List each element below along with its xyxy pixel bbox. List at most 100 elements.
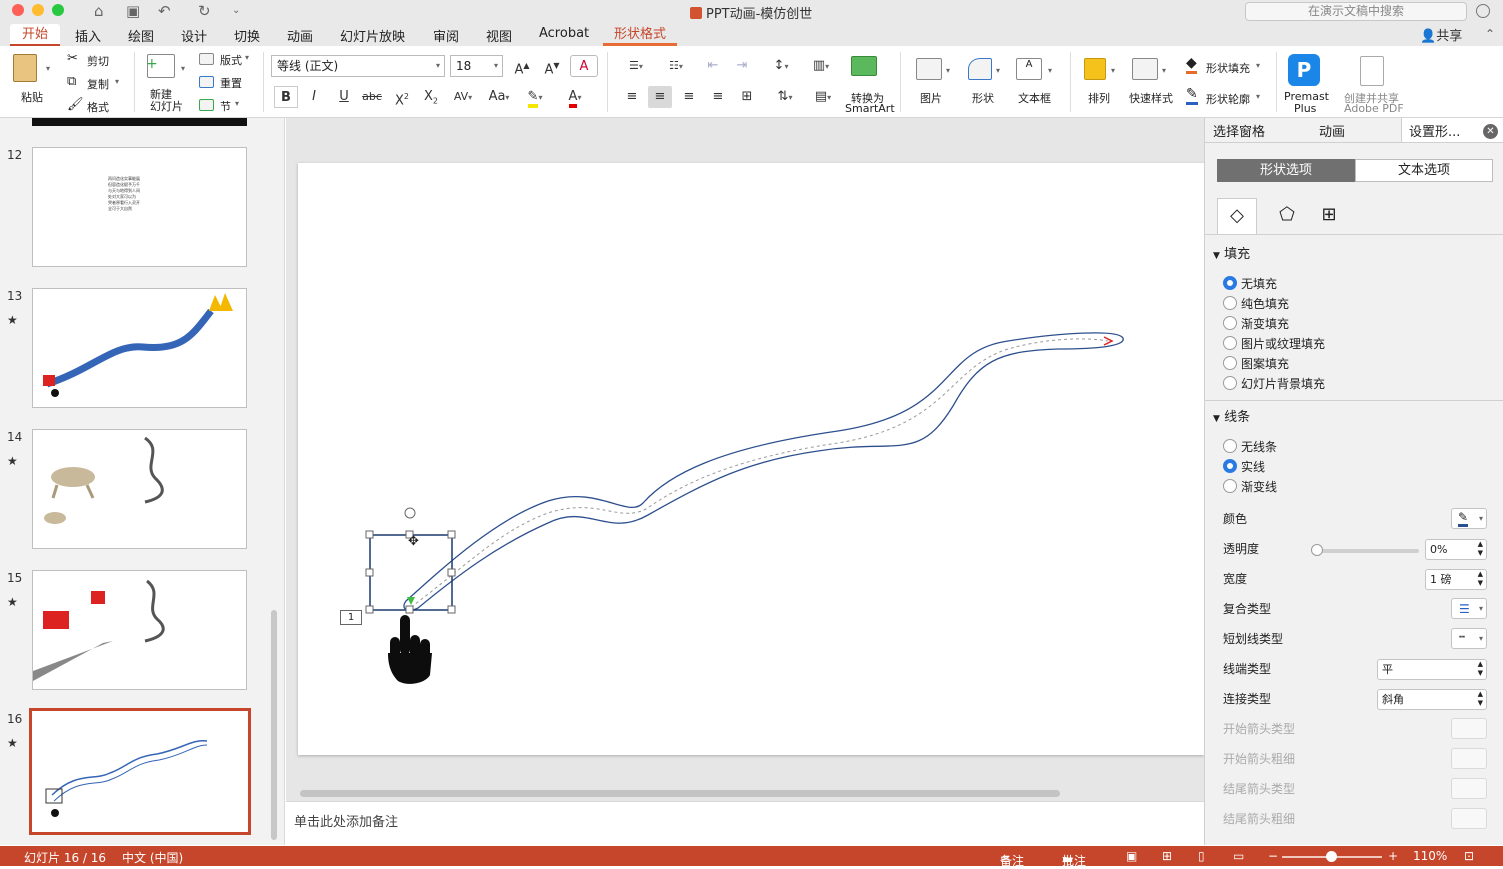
justify-button[interactable]: ≡: [706, 86, 730, 108]
line-spacing-button[interactable]: ↕▾: [763, 55, 799, 77]
numbering-button[interactable]: ☷▾: [657, 55, 695, 77]
text-direction-button[interactable]: ⇅▾: [768, 86, 802, 108]
radio-button[interactable]: [1223, 459, 1237, 473]
align-left-button[interactable]: ≡: [620, 86, 644, 108]
tab-shape-format[interactable]: 形状格式: [603, 24, 677, 46]
tab-view[interactable]: 视图: [486, 26, 512, 45]
increase-indent-button[interactable]: ⇥: [730, 55, 754, 77]
zoom-slider-thumb[interactable]: [1326, 851, 1337, 862]
decrease-font-button[interactable]: A▼: [538, 55, 566, 77]
help-icon[interactable]: [1476, 4, 1490, 18]
highlight-button[interactable]: ✎▾: [520, 86, 550, 108]
customize-toolbar-icon[interactable]: ⌄: [232, 3, 240, 19]
thumbnail-slide-12[interactable]: 再问造化实事能展 但容造化赋予万千 与天与地得到人间 处对大家可以为 哭者原看行…: [32, 147, 247, 267]
thumbnail-slide-15[interactable]: [32, 570, 247, 690]
fill-section-header[interactable]: ▼ 填充: [1213, 243, 1250, 262]
font-name-select[interactable]: 等线 (正文) ▾: [271, 55, 445, 77]
radio-button[interactable]: [1223, 336, 1237, 350]
notes-pane[interactable]: 单击此处添加备注: [286, 801, 1204, 846]
transparency-input[interactable]: 0% ▲ ▼: [1425, 539, 1487, 560]
transparency-slider[interactable]: [1315, 549, 1419, 553]
align-right-button[interactable]: ≡: [677, 86, 701, 108]
italic-button[interactable]: I: [302, 86, 326, 108]
home-icon[interactable]: ⌂: [94, 3, 104, 19]
tab-draw[interactable]: 绘图: [128, 26, 154, 45]
tab-transitions[interactable]: 切换: [234, 26, 260, 45]
width-input[interactable]: 1 磅 ▲ ▼: [1425, 569, 1487, 590]
save-icon[interactable]: ▣: [126, 3, 140, 19]
reading-view-icon[interactable]: ▯: [1198, 849, 1205, 863]
tab-slideshow[interactable]: 幻灯片放映: [340, 26, 405, 45]
slide-sorter-icon[interactable]: ⊞: [1162, 849, 1172, 863]
size-properties-icon[interactable]: ⊞: [1309, 198, 1349, 234]
radio-button[interactable]: [1223, 276, 1237, 290]
canvas-horizontal-scrollbar[interactable]: [300, 790, 1060, 797]
thumbnail-scrollbar[interactable]: [271, 610, 277, 840]
tab-animations[interactable]: 动画: [287, 26, 313, 45]
close-window-button[interactable]: [12, 4, 24, 16]
superscript-button[interactable]: X2: [390, 86, 414, 108]
font-size-select[interactable]: 18 ▾: [450, 55, 503, 77]
thumbnail-slide-16[interactable]: [29, 708, 251, 835]
align-center-button[interactable]: ≡: [648, 86, 672, 108]
bold-button[interactable]: B: [274, 86, 298, 108]
change-case-button[interactable]: Aa▾: [482, 86, 516, 108]
align-text-button[interactable]: ▤▾: [806, 86, 840, 108]
underline-button[interactable]: U: [332, 86, 356, 108]
bullets-button[interactable]: ☰▾: [617, 55, 655, 77]
decrease-indent-button[interactable]: ⇤: [701, 55, 725, 77]
character-spacing-button[interactable]: AV▾: [448, 86, 478, 108]
line-color-button[interactable]: ✎ ▾: [1451, 508, 1487, 529]
share-button[interactable]: 👤共享: [1420, 25, 1462, 44]
motion-path-number-badge[interactable]: 1: [340, 610, 362, 625]
radio-button[interactable]: [1223, 356, 1237, 370]
transparency-slider-thumb[interactable]: [1311, 544, 1323, 556]
zoom-level[interactable]: 110%: [1413, 849, 1447, 863]
fit-to-window-icon[interactable]: ⊡: [1464, 849, 1474, 863]
tab-animation-pane[interactable]: 动画: [1319, 121, 1345, 140]
dash-type-button[interactable]: ┅ ▾: [1451, 628, 1487, 649]
radio-button[interactable]: [1223, 439, 1237, 453]
font-color-button[interactable]: A▾: [560, 86, 590, 108]
search-input[interactable]: 在演示文稿中搜索: [1245, 2, 1467, 21]
tab-selection-pane[interactable]: 选择窗格: [1213, 121, 1265, 140]
undo-icon[interactable]: ↶: [158, 3, 171, 19]
current-slide[interactable]: ✥ 1: [298, 163, 1204, 755]
strikethrough-button[interactable]: abc: [360, 86, 384, 108]
tab-format-shape[interactable]: 设置形...: [1409, 121, 1460, 140]
collapse-ribbon-icon[interactable]: ⌃: [1485, 27, 1495, 41]
subscript-button[interactable]: X2: [419, 86, 443, 108]
zoom-out-icon[interactable]: −: [1268, 849, 1278, 863]
columns-button[interactable]: ▥▾: [803, 55, 839, 77]
distributed-button[interactable]: ⊞: [735, 86, 759, 108]
clear-format-button[interactable]: A: [570, 55, 598, 77]
redo-icon[interactable]: ↻: [198, 3, 211, 19]
normal-view-icon[interactable]: ▣: [1126, 849, 1137, 863]
tab-insert[interactable]: 插入: [75, 26, 101, 45]
zoom-in-icon[interactable]: +: [1388, 849, 1398, 863]
cap-type-select[interactable]: 平 ▲ ▼: [1377, 659, 1487, 680]
tab-home[interactable]: 开始: [10, 24, 60, 46]
effects-pentagon-icon[interactable]: ⬠: [1267, 198, 1307, 234]
compound-type-button[interactable]: ☰ ▾: [1451, 598, 1487, 619]
language-indicator[interactable]: 中文 (中国): [122, 849, 183, 866]
start-arrow-type-button[interactable]: [1451, 718, 1487, 739]
radio-button[interactable]: [1223, 376, 1237, 390]
slideshow-view-icon[interactable]: ▭: [1233, 849, 1244, 863]
zoom-window-button[interactable]: [52, 4, 64, 16]
thumbnail-slide-13[interactable]: [32, 288, 247, 408]
segment-text-options[interactable]: 文本选项: [1355, 159, 1493, 182]
tab-design[interactable]: 设计: [181, 26, 207, 45]
segment-shape-options[interactable]: 形状选项: [1217, 159, 1355, 182]
end-arrow-size-button[interactable]: [1451, 808, 1487, 829]
end-arrow-type-button[interactable]: [1451, 778, 1487, 799]
radio-button[interactable]: [1223, 316, 1237, 330]
line-section-header[interactable]: ▼ 线条: [1213, 406, 1250, 425]
thumbnail-slide-14[interactable]: [32, 429, 247, 549]
tab-acrobat[interactable]: Acrobat: [539, 26, 589, 41]
thumbnail-slide-11-bottom[interactable]: [32, 118, 247, 126]
increase-font-button[interactable]: A▲: [508, 55, 536, 77]
radio-button[interactable]: [1223, 296, 1237, 310]
minimize-window-button[interactable]: [32, 4, 44, 16]
join-type-select[interactable]: 斜角 ▲ ▼: [1377, 689, 1487, 710]
